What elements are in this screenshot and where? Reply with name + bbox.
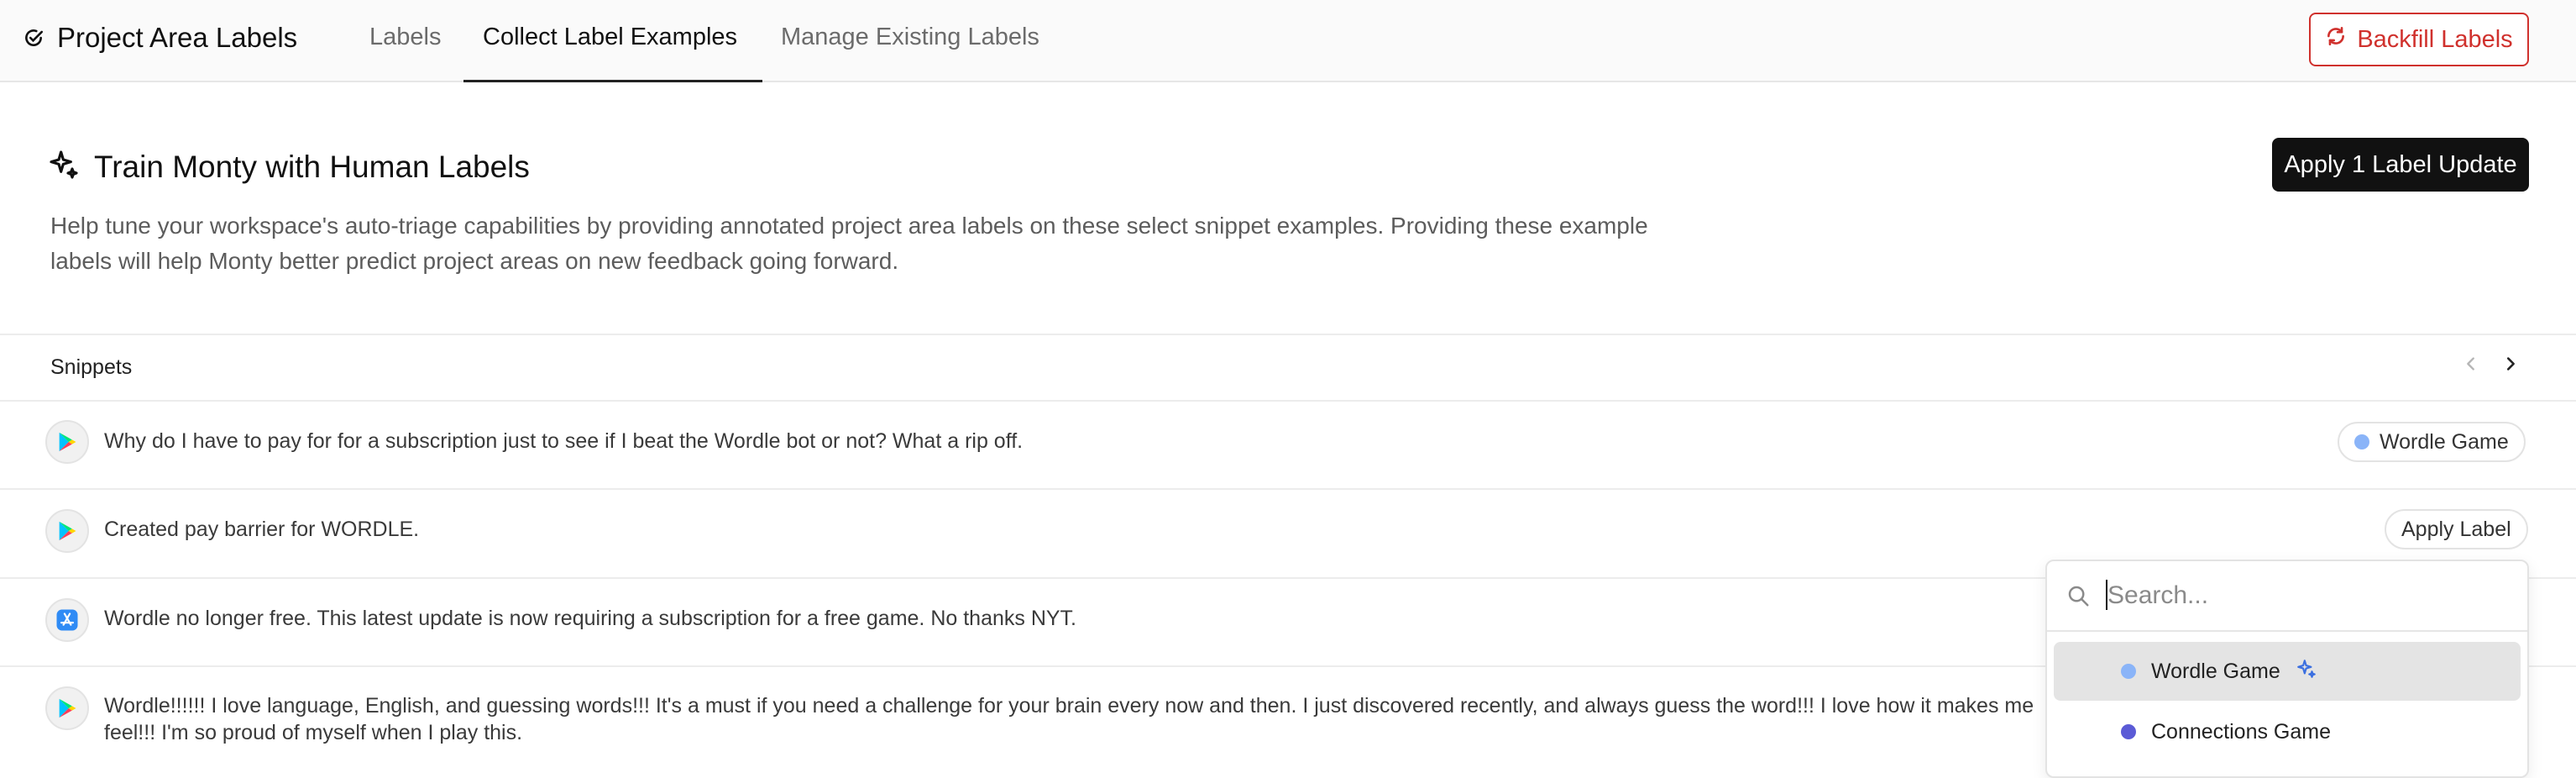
divider: [0, 488, 2576, 490]
label-chip-text: Wordle Game: [2380, 429, 2509, 454]
sparkle-icon: [47, 148, 81, 186]
description-line-2: labels will help Monty better predict pr…: [50, 248, 899, 274]
top-nav-bar: Project Area Labels Labels Collect Label…: [0, 0, 2576, 82]
apply-label-text: Apply Label: [2401, 517, 2511, 541]
target-check-icon: [22, 26, 45, 50]
section-title: Train Monty with Human Labels: [94, 149, 530, 184]
apply-label-update-button[interactable]: Apply 1 Label Update: [2272, 138, 2529, 192]
apply-label-button[interactable]: Apply Label: [2385, 509, 2528, 549]
search-icon: [2066, 583, 2091, 612]
text-cursor: [2106, 580, 2107, 610]
tab-labels[interactable]: Labels: [369, 24, 441, 51]
app-title: Project Area Labels: [57, 22, 298, 53]
label-color-dot: [2354, 434, 2369, 449]
refresh-icon: [2325, 25, 2347, 54]
active-tab-indicator: [463, 80, 762, 82]
chevron-left-icon: [2467, 357, 2474, 371]
ai-suggestion-sparkle-icon: [2296, 658, 2317, 686]
divider: [0, 400, 2576, 402]
previous-page-button[interactable]: [2462, 351, 2480, 380]
option-wordle-game[interactable]: Wordle Game: [2054, 642, 2521, 701]
snippet-text: Why do I have to pay for for a subscript…: [104, 429, 1024, 453]
app-brand: Project Area Labels: [22, 22, 297, 54]
label-search-dropdown: Wordle Game Connections Game: [2045, 560, 2529, 778]
snippet-text: Wordle!!!!!! I love language, English, a…: [104, 692, 2034, 746]
dropdown-search-row: [2047, 561, 2527, 632]
snippet-text-line-2: feel!!! I'm so proud of myself when I pl…: [104, 721, 523, 744]
option-label: Connections Game: [2151, 719, 2332, 744]
snippet-text-line-1: Wordle!!!!!! I love language, English, a…: [104, 694, 2034, 718]
chevron-right-icon: [2506, 357, 2515, 371]
google-play-icon: [45, 420, 89, 464]
option-label: Wordle Game: [2151, 659, 2280, 683]
label-color-dot: [2121, 664, 2136, 679]
label-chip[interactable]: Wordle Game: [2338, 422, 2526, 462]
next-page-button[interactable]: [2501, 351, 2520, 380]
section-description: Help tune your workspace's auto-triage c…: [50, 208, 1830, 279]
tab-manage-existing-labels[interactable]: Manage Existing Labels: [781, 24, 1039, 51]
snippet-text: Created pay barrier for WORDLE.: [104, 518, 420, 541]
app-store-icon: [45, 598, 89, 642]
snippet-text: Wordle no longer free. This latest updat…: [104, 607, 1077, 630]
tab-collect-label-examples[interactable]: Collect Label Examples: [483, 24, 737, 51]
backfill-labels-button[interactable]: Backfill Labels: [2309, 13, 2529, 66]
divider: [0, 334, 2576, 335]
section-header: Train Monty with Human Labels: [47, 148, 530, 186]
google-play-icon: [45, 686, 89, 730]
snippets-heading: Snippets: [50, 355, 133, 379]
option-connections-game[interactable]: Connections Game: [2054, 702, 2521, 761]
label-color-dot: [2121, 724, 2136, 739]
label-search-input[interactable]: [2106, 576, 2512, 615]
backfill-labels-label: Backfill Labels: [2357, 25, 2513, 53]
description-line-1: Help tune your workspace's auto-triage c…: [50, 213, 1648, 239]
google-play-icon: [45, 509, 89, 553]
